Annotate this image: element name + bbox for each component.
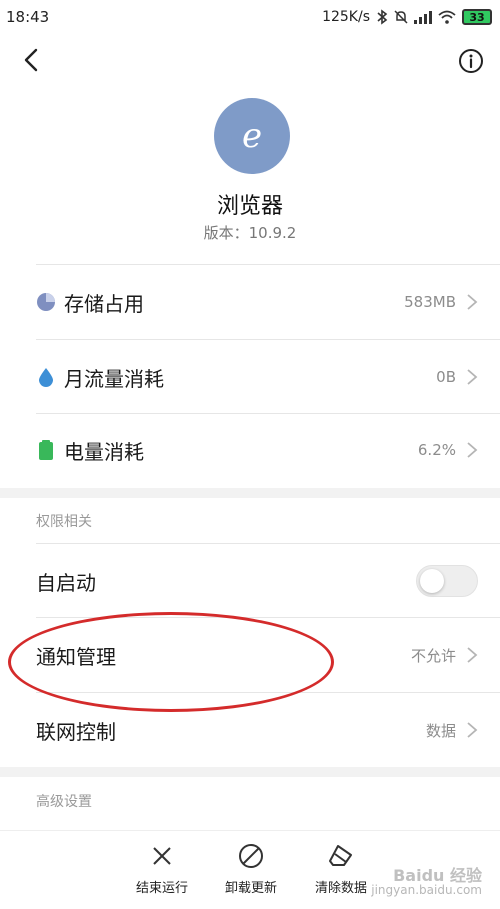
section-gap: [0, 767, 500, 777]
chevron-right-icon: [467, 647, 478, 663]
uninstall-updates-label: 卸载更新: [224, 881, 277, 896]
status-bar: 18:43 125K/s 33: [0, 0, 500, 34]
water-drop-icon: [39, 368, 53, 387]
bluetooth-icon: [377, 9, 388, 25]
autostart-row[interactable]: 自启动: [0, 544, 500, 618]
app-logo: e: [214, 98, 290, 174]
watermark: Baidu 经验 jingyan.baidu.com: [371, 866, 482, 898]
chevron-right-icon: [467, 722, 478, 738]
storage-label: 存储占用: [64, 291, 144, 316]
chevron-left-icon[interactable]: [18, 46, 46, 74]
chevron-right-icon: [467, 369, 478, 385]
net-speed: 125K/s: [322, 9, 370, 25]
data-usage-value: 0B: [436, 368, 456, 386]
watermark-main: Baidu 经验: [393, 866, 482, 885]
advanced-section-title: 高级设置: [36, 794, 92, 810]
app-name: 浏览器: [216, 194, 283, 219]
network-control-value: 数据: [425, 721, 456, 740]
status-indicators: 125K/s 33: [322, 9, 492, 25]
storage-row[interactable]: 存储占用 583MB: [0, 265, 500, 339]
chevron-right-icon: [467, 294, 478, 310]
clear-data-label: 清除数据: [314, 881, 367, 896]
wifi-icon: [438, 10, 456, 24]
highlight-annotation: [8, 612, 334, 712]
info-circle-icon[interactable]: [458, 48, 484, 74]
toggle-knob: [420, 569, 444, 593]
autostart-label: 自启动: [36, 570, 96, 595]
watermark-sub: jingyan.baidu.com: [371, 883, 482, 897]
network-control-label: 联网控制: [36, 719, 116, 744]
signal-icon: [414, 11, 432, 24]
eraser-icon: [329, 845, 352, 866]
force-stop-button[interactable]: 结束运行: [122, 841, 202, 896]
status-time: 18:43: [6, 8, 50, 26]
battery-indicator: 33: [462, 9, 492, 25]
data-usage-row[interactable]: 月流量消耗 0B: [0, 340, 500, 414]
battery-icon: [39, 440, 53, 460]
uninstall-updates-button[interactable]: 卸载更新: [211, 841, 291, 896]
storage-value: 583MB: [404, 293, 456, 311]
battery-usage-value: 6.2%: [417, 441, 456, 459]
permissions-section-title: 权限相关: [36, 514, 92, 530]
autostart-toggle[interactable]: [416, 565, 478, 597]
pie-chart-icon: [37, 293, 55, 311]
battery-usage-label: 电量消耗: [64, 439, 144, 464]
force-stop-label: 结束运行: [135, 881, 188, 896]
notification-value: 不允许: [410, 646, 456, 665]
clear-data-button[interactable]: 清除数据: [301, 841, 381, 896]
section-gap: [0, 488, 500, 498]
close-x-icon: [153, 847, 171, 865]
mute-bell-icon: [394, 10, 408, 24]
chevron-right-icon: [467, 442, 478, 458]
app-version: 版本：10.9.2: [203, 224, 297, 242]
data-usage-label: 月流量消耗: [64, 366, 164, 391]
battery-usage-row[interactable]: 电量消耗 6.2%: [0, 413, 500, 487]
app-logo-letter: e: [241, 116, 263, 156]
prohibited-icon: [239, 844, 263, 868]
